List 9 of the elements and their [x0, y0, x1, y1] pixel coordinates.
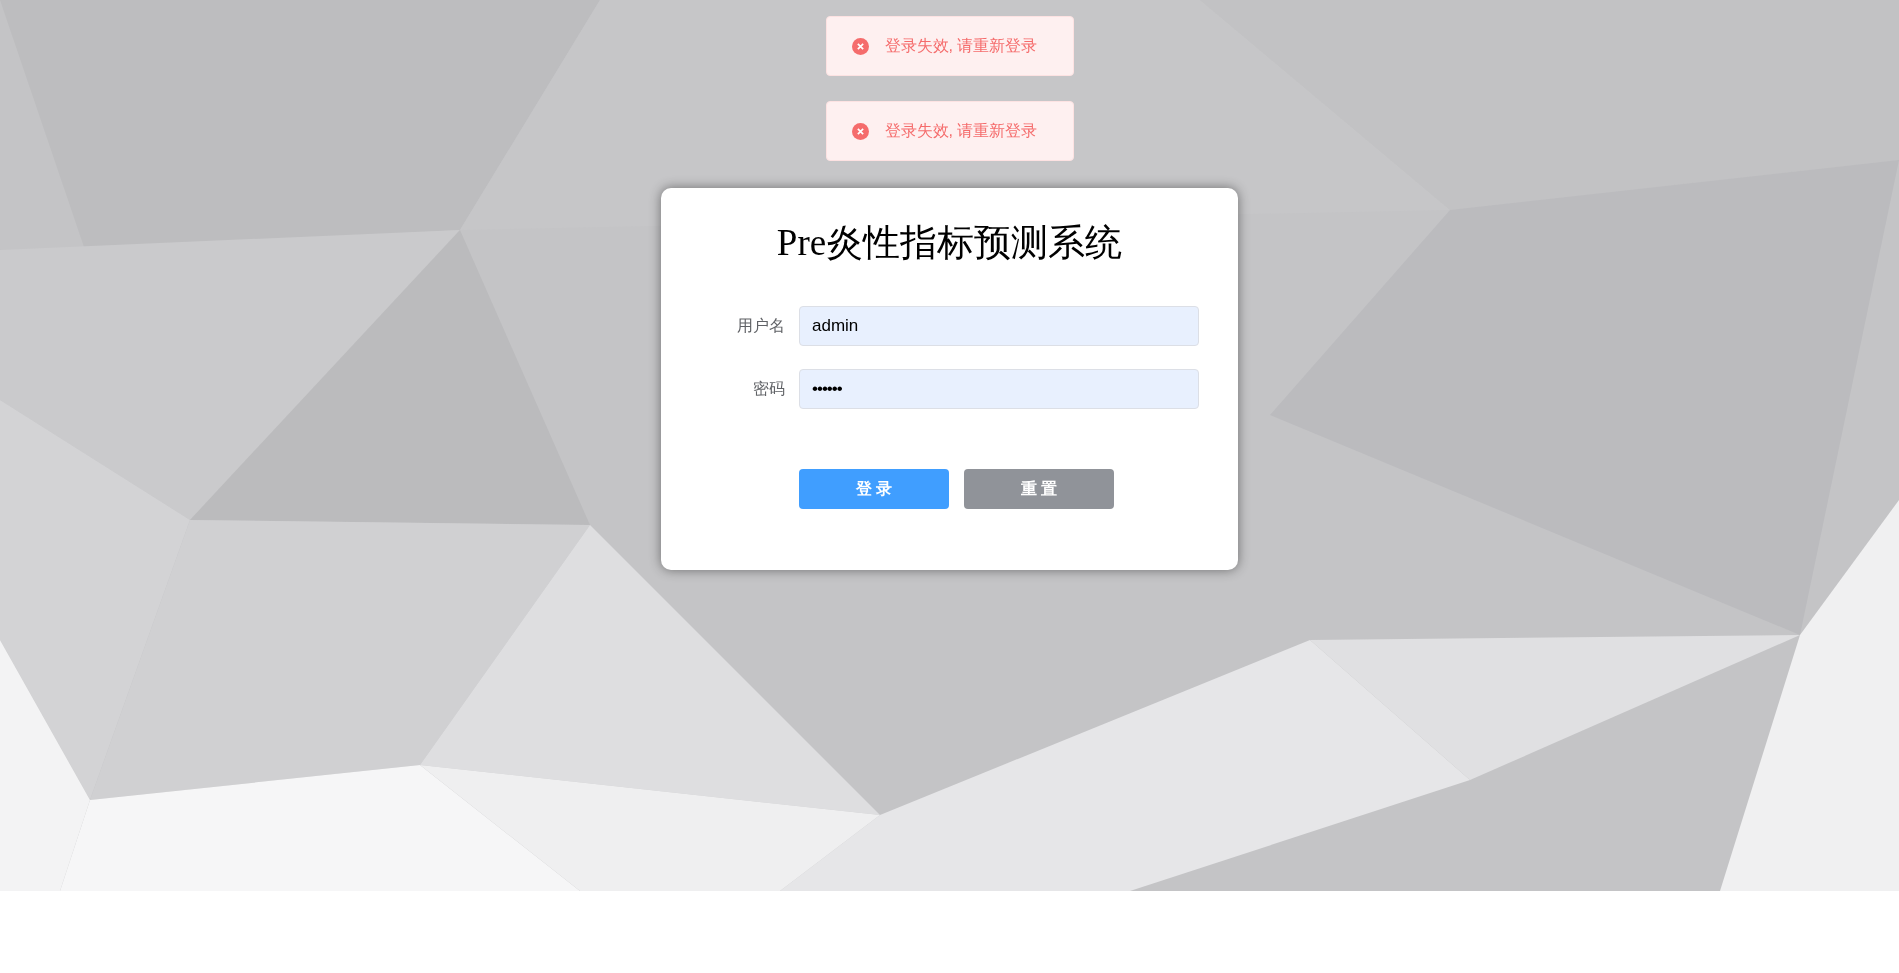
notification-message: 登录失效, 请重新登录	[884, 36, 1038, 56]
error-icon	[851, 37, 869, 55]
password-field[interactable]: ••••••	[799, 369, 1199, 409]
username-field[interactable]: admin	[799, 306, 1199, 346]
notification-message: 登录失效, 请重新登录	[884, 121, 1038, 141]
login-title: Pre炎性指标预测系统	[776, 222, 1123, 263]
field-label: 密码	[753, 380, 785, 397]
field-label: 用户名	[737, 317, 785, 334]
error-icon	[851, 122, 869, 140]
